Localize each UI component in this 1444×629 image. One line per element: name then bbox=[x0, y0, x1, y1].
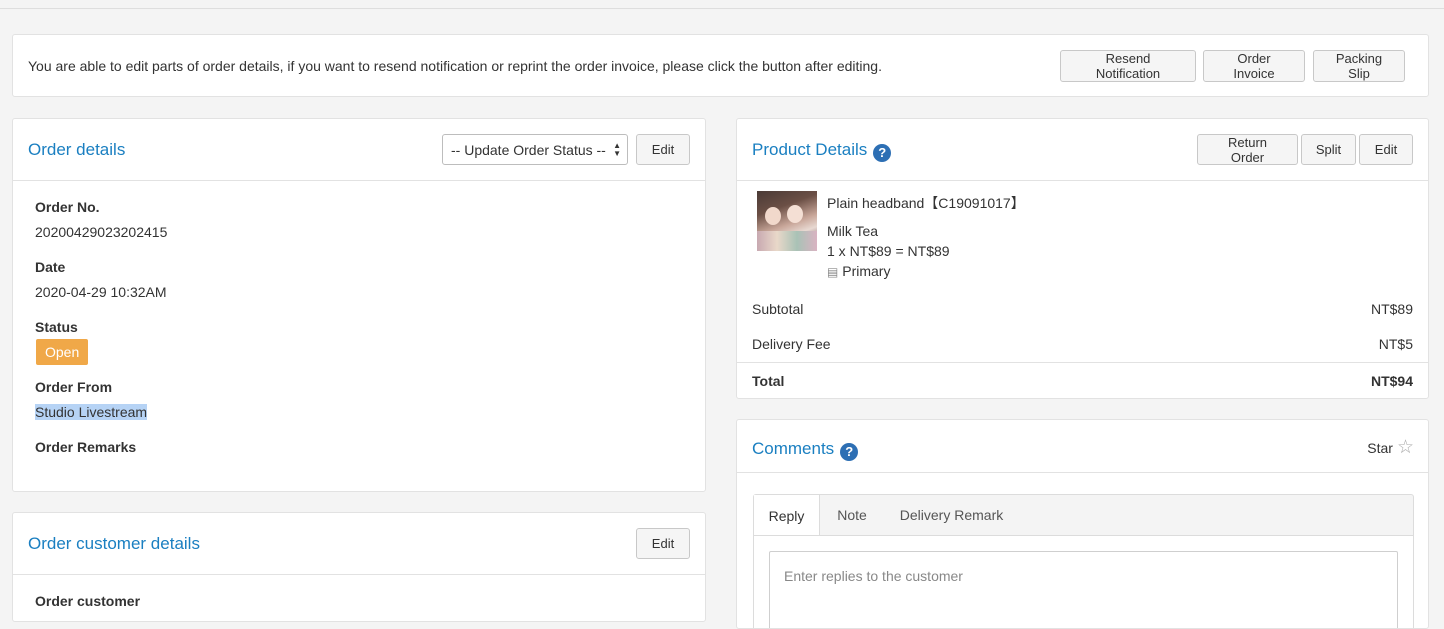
update-order-status-value: -- Update Order Status -- bbox=[451, 141, 606, 158]
delivery-fee-value: NT$5 bbox=[1378, 336, 1413, 352]
thumb-detail bbox=[787, 205, 803, 223]
product-edit-button[interactable]: Edit bbox=[1359, 134, 1413, 165]
product-name: Plain headband【C19091017】 bbox=[827, 195, 1025, 211]
order-no-label: Order No. bbox=[35, 199, 100, 215]
update-order-status-select[interactable]: -- Update Order Status -- ▲ ▼ bbox=[442, 134, 628, 165]
star-icon: ☆ bbox=[1396, 437, 1414, 458]
delivery-fee-label: Delivery Fee bbox=[752, 336, 831, 352]
total-label: Total bbox=[752, 373, 785, 389]
reply-input[interactable] bbox=[769, 551, 1398, 628]
comments-panel: Comments? Star ☆ Reply Note Delivery Rem… bbox=[736, 419, 1429, 629]
subtotal-value: NT$89 bbox=[1370, 301, 1413, 317]
customer-details-header: Order customer details Edit bbox=[13, 513, 705, 575]
total-divider bbox=[737, 362, 1428, 363]
star-toggle[interactable]: Star ☆ bbox=[1367, 437, 1414, 458]
product-thumbnail[interactable] bbox=[757, 191, 817, 251]
order-invoice-button[interactable]: Order Invoice bbox=[1203, 50, 1305, 82]
product-price-line: 1 x NT$89 = NT$89 bbox=[827, 243, 950, 259]
tab-reply[interactable]: Reply bbox=[754, 495, 820, 536]
subtotal-label: Subtotal bbox=[752, 301, 804, 317]
order-from-label: Order From bbox=[35, 379, 113, 395]
warehouse-icon: ▤ bbox=[827, 265, 839, 279]
star-label: Star bbox=[1367, 440, 1393, 456]
customer-details-title: Order customer details bbox=[28, 534, 200, 553]
product-variant: Milk Tea bbox=[827, 223, 879, 239]
status-badge: Open bbox=[36, 339, 89, 365]
order-details-edit-button[interactable]: Edit bbox=[636, 134, 690, 165]
product-details-panel: Product Details? Return Order Split Edit… bbox=[736, 118, 1429, 399]
total-value: NT$94 bbox=[1370, 373, 1413, 389]
split-button[interactable]: Split bbox=[1301, 134, 1356, 165]
edit-notice-bar: You are able to edit parts of order deta… bbox=[12, 34, 1429, 97]
order-remarks-label: Order Remarks bbox=[35, 439, 137, 455]
comments-title: Comments? bbox=[752, 439, 859, 461]
help-icon[interactable]: ? bbox=[840, 442, 859, 461]
order-customer-label: Order customer bbox=[35, 593, 141, 609]
resend-notification-button[interactable]: Resend Notification bbox=[1060, 50, 1196, 82]
order-details-panel: Order details -- Update Order Status -- … bbox=[12, 118, 706, 492]
top-bar-edge bbox=[0, 0, 1444, 9]
comments-header: Comments? Star ☆ bbox=[737, 420, 1428, 473]
thumb-detail bbox=[757, 231, 817, 251]
order-details-title: Order details bbox=[28, 140, 126, 159]
product-warehouse: ▤ Primary bbox=[827, 263, 891, 279]
order-no-value: 20200429023202415 bbox=[35, 224, 168, 240]
help-icon[interactable]: ? bbox=[873, 143, 892, 162]
tab-note[interactable]: Note bbox=[820, 495, 884, 535]
customer-details-edit-button[interactable]: Edit bbox=[636, 528, 690, 559]
select-arrows-icon: ▲ ▼ bbox=[613, 141, 621, 158]
reply-tab-content bbox=[754, 535, 1413, 628]
product-details-header: Product Details? Return Order Split Edit bbox=[737, 119, 1428, 181]
product-details-title: Product Details? bbox=[752, 140, 892, 162]
tab-delivery-remark[interactable]: Delivery Remark bbox=[884, 495, 1019, 535]
order-details-header: Order details -- Update Order Status -- … bbox=[13, 119, 705, 181]
return-order-button[interactable]: Return Order bbox=[1197, 134, 1298, 165]
date-value: 2020-04-29 10:32AM bbox=[35, 284, 167, 300]
thumb-detail bbox=[765, 207, 781, 225]
status-label: Status bbox=[35, 319, 78, 335]
edit-notice-text: You are able to edit parts of order deta… bbox=[28, 58, 882, 74]
packing-slip-button[interactable]: Packing Slip bbox=[1313, 50, 1405, 82]
date-label: Date bbox=[35, 259, 66, 275]
order-from-value: Studio Livestream bbox=[35, 404, 148, 420]
comment-tabs: Reply Note Delivery Remark bbox=[753, 494, 1414, 628]
